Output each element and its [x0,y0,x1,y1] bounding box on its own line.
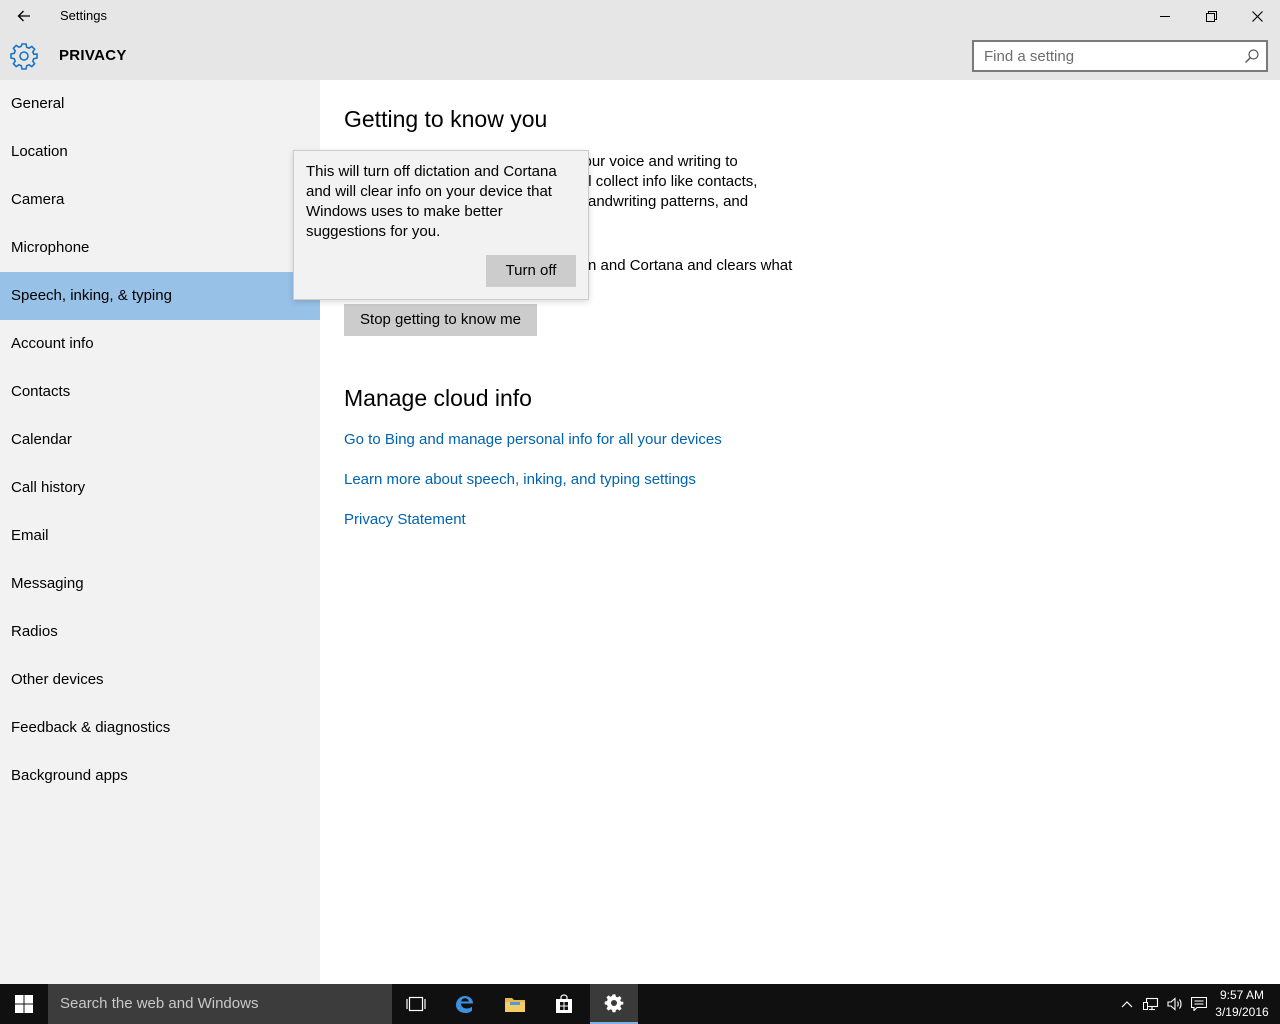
sidebar-item-account-info[interactable]: Account info [0,320,320,368]
title-bar: Settings [0,0,1280,32]
chevron-up-icon [1121,1001,1133,1008]
sidebar-item-background-apps[interactable]: Background apps [0,752,320,800]
taskbar: Search the web and Windows 9:57 AM 3/19/… [0,984,1280,1024]
link-bing-manage-info[interactable]: Go to Bing and manage personal info for … [344,431,722,448]
minimize-button[interactable] [1142,0,1188,32]
window-title: Settings [60,8,107,23]
turn-off-flyout: This will turn off dictation and Cortana… [293,150,589,300]
taskbar-search-box[interactable]: Search the web and Windows [48,984,392,1024]
sidebar-item-radios[interactable]: Radios [0,608,320,656]
page-title: PRIVACY [59,47,127,64]
action-center-button[interactable] [1191,996,1207,1012]
sidebar-item-call-history[interactable]: Call history [0,464,320,512]
clock-date: 3/19/2016 [1215,1005,1269,1019]
store-app-button[interactable] [540,984,588,1024]
turn-off-button[interactable]: Turn off [486,255,576,287]
gear-icon [10,43,38,70]
section-title-manage-cloud-info: Manage cloud info [344,385,532,411]
minimize-icon [1160,16,1170,17]
description-line: n and Cortana and clears what [588,257,793,274]
description-line: 'll collect info like contacts, [582,173,758,190]
sidebar-item-speech-inking-typing[interactable]: Speech, inking, & typing [0,272,320,320]
sidebar: General Location Camera Microphone Speec… [0,80,320,984]
back-arrow-icon [17,10,30,22]
sidebar-item-messaging[interactable]: Messaging [0,560,320,608]
link-privacy-statement[interactable]: Privacy Statement [344,511,466,528]
task-view-icon [406,996,426,1012]
show-hidden-icons-button[interactable] [1119,996,1135,1012]
start-button[interactable] [0,984,48,1024]
link-learn-more-speech[interactable]: Learn more about speech, inking, and typ… [344,471,696,488]
sidebar-item-general[interactable]: General [0,80,320,128]
search-input[interactable] [974,42,1234,70]
windows-logo-icon [15,995,33,1013]
store-bag-icon [556,994,572,1013]
network-tray-button[interactable] [1143,996,1159,1012]
back-button[interactable] [0,0,48,32]
settings-app-button[interactable] [590,984,638,1024]
sidebar-item-calendar[interactable]: Calendar [0,416,320,464]
speaker-icon [1167,997,1182,1011]
close-icon [1251,10,1263,22]
sidebar-item-location[interactable]: Location [0,128,320,176]
task-view-button[interactable] [392,984,440,1024]
file-explorer-button[interactable] [491,984,539,1024]
clock-time: 9:57 AM [1219,988,1265,1002]
restore-icon [1205,10,1217,22]
sidebar-item-contacts[interactable]: Contacts [0,368,320,416]
sidebar-item-other-devices[interactable]: Other devices [0,656,320,704]
restore-button[interactable] [1188,0,1234,32]
settings-header: PRIVACY [0,32,1280,80]
gear-icon [604,994,624,1013]
folder-icon [505,998,525,1012]
sidebar-item-email[interactable]: Email [0,512,320,560]
stop-getting-to-know-me-button[interactable]: Stop getting to know me [344,304,537,336]
flyout-message: This will turn off dictation and Cortana… [306,163,557,240]
section-title-getting-to-know-you: Getting to know you [344,106,548,132]
edge-app-button[interactable] [440,984,488,1024]
taskbar-clock[interactable]: 9:57 AM 3/19/2016 [1210,987,1274,1021]
notification-icon [1191,997,1207,1011]
sidebar-item-feedback-diagnostics[interactable]: Feedback & diagnostics [0,704,320,752]
network-icon [1143,997,1159,1011]
close-button[interactable] [1234,0,1280,32]
sidebar-item-microphone[interactable]: Microphone [0,224,320,272]
volume-tray-button[interactable] [1167,996,1183,1012]
edge-browser-icon [456,996,473,1013]
taskbar-search-placeholder: Search the web and Windows [60,995,259,1012]
search-box[interactable] [972,40,1268,72]
description-line: andwriting patterns, and [588,193,749,210]
sidebar-item-camera[interactable]: Camera [0,176,320,224]
search-icon[interactable] [1244,48,1260,64]
